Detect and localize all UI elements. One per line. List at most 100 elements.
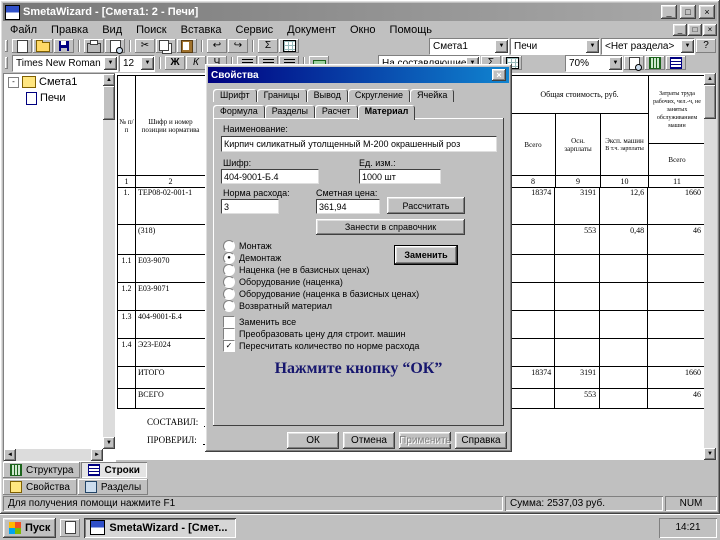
tree-horizontal-scrollbar[interactable]: ◄ ► [4, 449, 103, 461]
menu-help[interactable]: Помощь [383, 23, 440, 37]
maximize-button[interactable]: □ [680, 5, 696, 19]
cell-code[interactable]: Е03-9071 [135, 283, 206, 311]
cell-value[interactable] [555, 339, 601, 367]
cell-code[interactable]: Е03-9070 [135, 255, 206, 283]
scroll-down-icon[interactable]: ▼ [704, 448, 716, 460]
bold-icon[interactable]: Ж [165, 56, 185, 70]
check-replace-all[interactable]: Заменить все [223, 316, 296, 328]
cell-num[interactable]: 1.3 [118, 311, 136, 339]
cell-value[interactable]: 3191 [555, 187, 601, 225]
tab-output[interactable]: Вывод [306, 89, 348, 102]
apply-button[interactable]: Применить [399, 432, 451, 449]
cell-value[interactable] [600, 255, 649, 283]
cell-num[interactable]: 1.2 [118, 283, 136, 311]
cell-value[interactable] [510, 389, 556, 409]
italic-icon[interactable]: К [186, 56, 206, 70]
mdi-minimize-button[interactable]: _ [673, 23, 687, 36]
cut-icon[interactable]: ✂ [135, 39, 155, 53]
cell-code[interactable]: ВСЕГО [135, 389, 206, 409]
tree-item-estimate[interactable]: - Смета1 [4, 74, 115, 90]
cell-value[interactable] [600, 389, 649, 409]
radio-return-material[interactable]: Возвратный материал [223, 300, 332, 312]
cell-value[interactable]: 0,48 [600, 225, 649, 255]
help-icon[interactable]: ? [696, 39, 716, 53]
cell-value[interactable] [600, 283, 649, 311]
scroll-up-icon[interactable]: ▲ [103, 74, 115, 86]
cell-code[interactable]: Э23-Е024 [135, 339, 206, 367]
tab-cell[interactable]: Ячейка [410, 89, 455, 102]
cell-value[interactable] [648, 255, 704, 283]
cell-value[interactable] [510, 339, 556, 367]
radio-demontazh[interactable]: ● Демонтаж [223, 252, 281, 264]
sum-icon[interactable]: Σ [258, 39, 278, 53]
cell-value[interactable] [600, 311, 649, 339]
cell-value[interactable]: 18374 [510, 187, 556, 225]
quick-launch-icon[interactable] [60, 518, 81, 537]
menu-view[interactable]: Вид [95, 23, 129, 37]
table-icon[interactable] [279, 39, 299, 53]
font-name-combo[interactable]: Times New Roman ▼ [12, 54, 118, 72]
cell-value[interactable] [648, 283, 704, 311]
chevron-down-icon[interactable]: ▼ [141, 56, 154, 70]
redo-icon[interactable]: ↪ [228, 39, 248, 53]
toolbar-grip[interactable] [5, 40, 8, 52]
check-convert-price[interactable]: Преобразовать цену для строит. машин [223, 328, 405, 340]
cell-code[interactable]: 404-9001-Б.4 [135, 311, 206, 339]
scroll-right-icon[interactable]: ► [91, 449, 103, 461]
tab-material-active[interactable]: Материал [357, 105, 416, 120]
tab-sections[interactable]: Разделы [264, 105, 315, 118]
cell-value[interactable] [600, 367, 649, 389]
open-icon[interactable] [33, 39, 53, 53]
menu-insert[interactable]: Вставка [174, 23, 229, 37]
estimate-combo[interactable]: Смета1 ▼ [429, 37, 509, 55]
ok-button[interactable]: ОК [287, 432, 339, 449]
norm-field[interactable] [221, 199, 279, 214]
radio-nacenka[interactable]: Наценка (не в базисных ценах) [223, 264, 369, 276]
minimize-button[interactable]: _ [661, 5, 677, 19]
price-field[interactable] [316, 199, 380, 214]
calculate-button[interactable]: Рассчитать [387, 197, 465, 214]
cell-value[interactable] [510, 311, 556, 339]
cell-num[interactable] [118, 389, 136, 409]
tab-rows[interactable]: Строки [81, 462, 147, 478]
zoom-combo[interactable]: 70% ▼ [565, 54, 623, 72]
mdi-restore-button[interactable]: □ [688, 23, 702, 36]
cell-num[interactable]: 1. [118, 187, 136, 225]
taskbar-task-button[interactable]: SmetaWizard - [Смет... [84, 517, 237, 538]
save-icon[interactable] [54, 39, 74, 53]
unit-field[interactable] [359, 169, 441, 184]
cell-value[interactable] [555, 311, 601, 339]
cell-num[interactable]: 1.4 [118, 339, 136, 367]
cell-value[interactable]: 1660 [648, 367, 704, 389]
zoom-in-icon[interactable] [624, 56, 644, 71]
cell-value[interactable]: 1660 [648, 187, 704, 225]
scroll-up-icon[interactable]: ▲ [704, 73, 716, 85]
tab-sections[interactable]: Разделы [77, 479, 149, 495]
tab-structure[interactable]: Структура [3, 462, 81, 478]
menu-document[interactable]: Документ [280, 23, 343, 37]
paste-icon[interactable] [177, 39, 197, 53]
name-field[interactable] [221, 136, 497, 152]
tab-calculation[interactable]: Расчет [314, 105, 358, 118]
cell-value[interactable] [555, 255, 601, 283]
tab-formula[interactable]: Формула [213, 105, 265, 118]
dialog-titlebar[interactable]: Свойства × [208, 67, 509, 83]
dialog-close-icon[interactable]: × [492, 69, 506, 81]
menu-search[interactable]: Поиск [129, 23, 173, 37]
menu-window[interactable]: Окно [343, 23, 383, 37]
structure-icon[interactable] [645, 56, 665, 70]
print-icon[interactable] [84, 39, 104, 53]
tree-vertical-scrollbar[interactable]: ▲ ▼ [103, 74, 115, 449]
system-tray-clock[interactable]: 14:21 [659, 518, 717, 538]
cell-num[interactable] [118, 367, 136, 389]
cell-value[interactable] [510, 255, 556, 283]
help-button[interactable]: Справка [455, 432, 507, 449]
chevron-down-icon[interactable]: ▼ [609, 56, 622, 70]
scrollbar-thumb[interactable] [704, 85, 716, 119]
toolbar-grip[interactable] [5, 57, 8, 69]
cell-value[interactable] [648, 311, 704, 339]
chapter-combo[interactable]: Печи ▼ [510, 37, 600, 55]
cell-value[interactable]: 12,6 [600, 187, 649, 225]
menu-edit[interactable]: Правка [44, 23, 95, 37]
cell-value[interactable] [510, 225, 556, 255]
